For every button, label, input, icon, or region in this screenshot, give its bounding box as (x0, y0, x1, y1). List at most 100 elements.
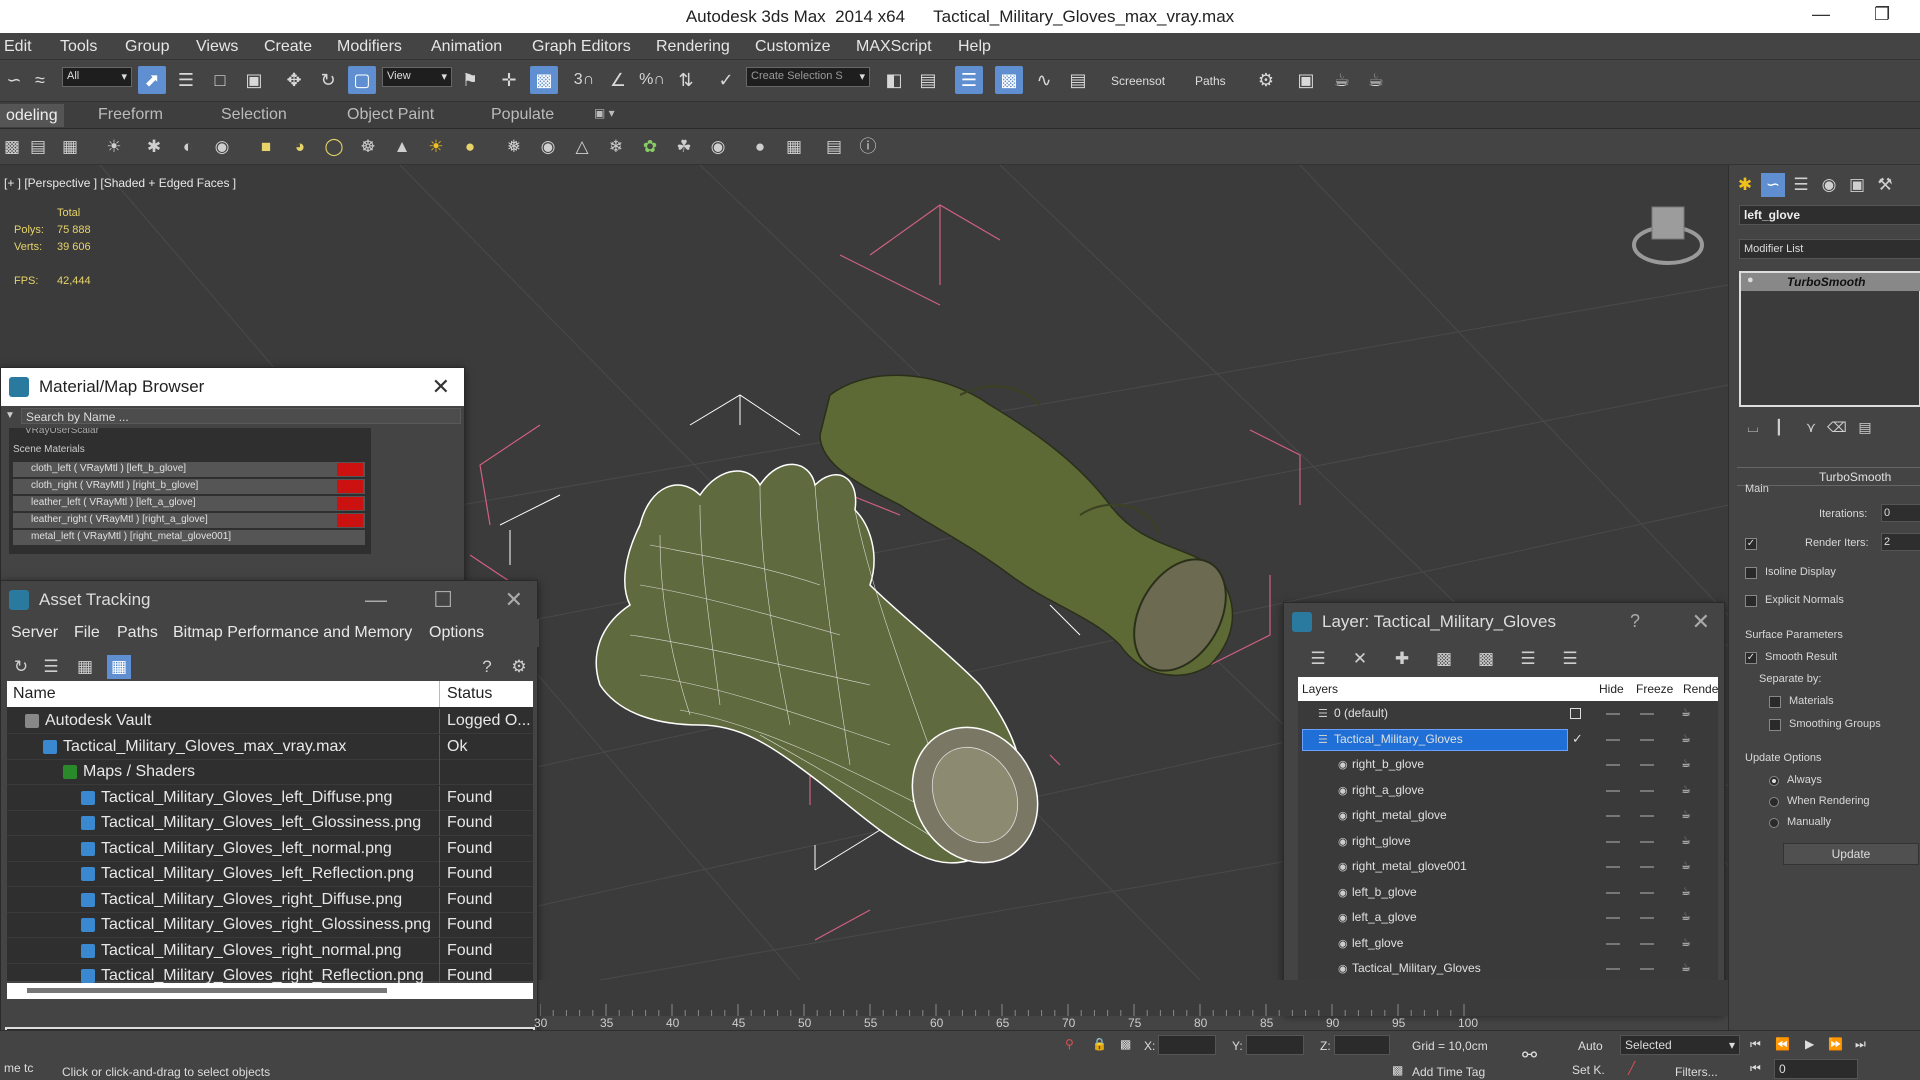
y-coordinate-field[interactable] (1246, 1035, 1304, 1055)
show-end-result-icon[interactable]: ┃ (1767, 415, 1791, 439)
hide-toggle[interactable] (1606, 968, 1620, 970)
hide-toggle[interactable] (1606, 713, 1620, 715)
table-row[interactable]: Tactical_Military_Gloves_right_Glossines… (7, 913, 533, 938)
vray-object-props-icon[interactable]: ▤ (822, 135, 846, 159)
freeze-toggle[interactable] (1640, 866, 1654, 868)
key-filter-dropdown[interactable]: Selected ▾ (1620, 1035, 1740, 1055)
tab-object-paint[interactable]: Object Paint (347, 106, 434, 124)
vray-plane-icon[interactable]: ■ (254, 135, 278, 159)
modifier-list-dropdown[interactable]: Modifier List (1739, 239, 1920, 259)
add-time-tag-label[interactable]: Add Time Tag (1412, 1065, 1485, 1079)
table-row[interactable]: Tactical_Military_Gloves_left_Glossiness… (7, 811, 533, 836)
hide-toggle[interactable] (1606, 815, 1620, 817)
list-item-clipped[interactable]: VRayUserScalar (25, 428, 99, 436)
vray-proxy-icon[interactable]: ◉ (536, 135, 560, 159)
render-teapot-icon[interactable]: ☕ (1681, 961, 1691, 974)
current-layer-checkbox[interactable] (1570, 708, 1581, 719)
key-mode-icon[interactable]: ╱ (1628, 1061, 1635, 1075)
close-icon[interactable]: ✕ (505, 587, 523, 613)
help-icon[interactable]: ? (475, 655, 499, 679)
thumbnail-view-icon[interactable]: ▦ (73, 655, 97, 679)
screenshot-label[interactable]: Screensot (1111, 74, 1165, 88)
table-row[interactable]: Tactical_Military_Gloves_right_Diffuse.p… (7, 887, 533, 913)
hide-toggle[interactable] (1606, 891, 1620, 894)
freeze-toggle[interactable] (1640, 942, 1654, 945)
hide-toggle[interactable] (1606, 866, 1620, 868)
freeze-all-icon[interactable]: ☰ (1558, 647, 1582, 671)
menu-create[interactable]: Create (264, 38, 312, 56)
select-by-name-icon[interactable]: ☰ (172, 66, 200, 94)
freeze-toggle[interactable] (1640, 789, 1654, 792)
hierarchy-tab-icon[interactable]: ☰ (1789, 173, 1813, 197)
render-teapot-icon[interactable]: ☕ (1681, 732, 1691, 745)
render-teapot-icon[interactable]: ☕ (1681, 757, 1691, 770)
col-freeze[interactable]: Freeze (1636, 682, 1673, 696)
create-tab-icon[interactable]: ✱ (1733, 173, 1757, 197)
material-editor-icon[interactable]: ⚙ (1252, 66, 1280, 94)
delete-layer-icon[interactable]: ✕ (1348, 647, 1372, 671)
display-tab-icon[interactable]: ▣ (1845, 173, 1869, 197)
rollout-title[interactable]: TurboSmooth (1819, 470, 1891, 484)
hide-all-icon[interactable]: ☰ (1516, 647, 1540, 671)
list-item[interactable]: leather_right ( VRayMtl ) [right_a_glove… (13, 513, 365, 528)
menu-paths[interactable]: Paths (117, 624, 158, 642)
active-layer-check-icon[interactable]: ✓ (1572, 731, 1583, 747)
maximize-icon[interactable]: ❐ (1874, 4, 1890, 25)
table-row[interactable]: Maps / Shaders (7, 760, 533, 785)
menu-maxscript[interactable]: MAXScript (856, 38, 932, 56)
layer-row[interactable]: ◉ left_b_glove ☕ (1298, 880, 1718, 905)
table-row[interactable]: Tactical_Military_Gloves_right_normal.pn… (7, 938, 533, 964)
absolute-mode-icon[interactable]: ▩ (1120, 1037, 1131, 1051)
modify-tab-icon[interactable]: ∽ (1761, 173, 1785, 197)
layer-row[interactable]: ◉ Tactical_Military_Gloves ☕ (1298, 956, 1718, 981)
snap-toggle-icon[interactable]: 3∩ (570, 66, 598, 94)
isoline-display-checkbox[interactable] (1745, 567, 1757, 579)
menu-help[interactable]: Help (958, 38, 991, 56)
render-iters-spinner[interactable]: 2 (1881, 533, 1920, 551)
reference-coordinate-dropdown[interactable]: View ▾ (382, 67, 452, 87)
remove-modifier-icon[interactable]: ⌫ (1825, 415, 1849, 439)
freeze-toggle[interactable] (1640, 764, 1654, 766)
list-item[interactable]: leather_left ( VRayMtl ) [left_a_glove] (13, 496, 365, 511)
vray-dome-icon[interactable]: ◕ (288, 135, 312, 159)
freeze-toggle[interactable] (1640, 738, 1654, 741)
spinner-snap-icon[interactable]: ⇅ (672, 66, 700, 94)
layer-row[interactable]: ☰ 0 (default) ☕ (1298, 701, 1718, 726)
vray-camera-icon[interactable]: ◉ (210, 135, 234, 159)
current-frame-field[interactable]: 0 (1774, 1059, 1858, 1079)
smooth-result-checkbox[interactable]: ✓ (1745, 652, 1757, 664)
vray-fur-icon[interactable]: ❅ (502, 135, 526, 159)
vray-light-icon[interactable]: ◐ (176, 135, 200, 159)
add-to-layer-icon[interactable]: ✚ (1390, 647, 1414, 671)
materials-checkbox[interactable] (1769, 696, 1781, 708)
col-render[interactable]: Rende (1683, 682, 1718, 696)
viewport-label[interactable]: [+ ] [Perspective ] [Shaded + Edged Face… (4, 176, 236, 190)
layer-manager-icon[interactable]: ☰ (955, 66, 983, 94)
col-hide[interactable]: Hide (1599, 682, 1624, 696)
col-layers[interactable]: Layers (1302, 682, 1338, 696)
tab-freeform[interactable]: Freeform (98, 106, 163, 124)
explicit-normals-checkbox[interactable] (1745, 595, 1757, 607)
browser-options-icon[interactable]: ▼ (5, 410, 15, 421)
render-teapot-icon[interactable]: ☕ (1681, 910, 1691, 923)
ribbon-options-icon[interactable]: ▣ ▾ (594, 106, 615, 120)
close-icon[interactable]: ✕ (432, 374, 450, 400)
light-bulb-icon[interactable]: ● (1747, 274, 1754, 286)
schematic-view-icon[interactable]: ▤ (1064, 66, 1092, 94)
hide-toggle[interactable] (1606, 789, 1620, 792)
layer-row[interactable]: ◉ right_a_glove ☕ (1298, 778, 1718, 803)
freeze-toggle[interactable] (1640, 891, 1654, 894)
close-icon[interactable]: ✕ (1692, 609, 1710, 635)
render-teapot-icon[interactable]: ☕ (1681, 885, 1691, 898)
go-to-end-icon[interactable]: ⏭ (1855, 1037, 1866, 1052)
render-teapot-icon[interactable]: ☕ (1681, 859, 1691, 872)
select-manipulate-icon[interactable]: ✛ (495, 66, 523, 94)
always-radio[interactable] (1769, 776, 1779, 786)
vray-sun-icon[interactable]: ☀ (424, 135, 448, 159)
table-view-icon[interactable]: ▦ (107, 655, 131, 679)
keyboard-shortcut-icon[interactable]: ▩ (530, 66, 558, 94)
scale-icon[interactable]: ▢ (348, 66, 376, 94)
help-icon[interactable]: ⓘ (856, 135, 880, 159)
maxscript-listener-label[interactable]: me tc (4, 1061, 33, 1075)
table-row[interactable]: Autodesk Vault Logged O... (7, 709, 533, 734)
